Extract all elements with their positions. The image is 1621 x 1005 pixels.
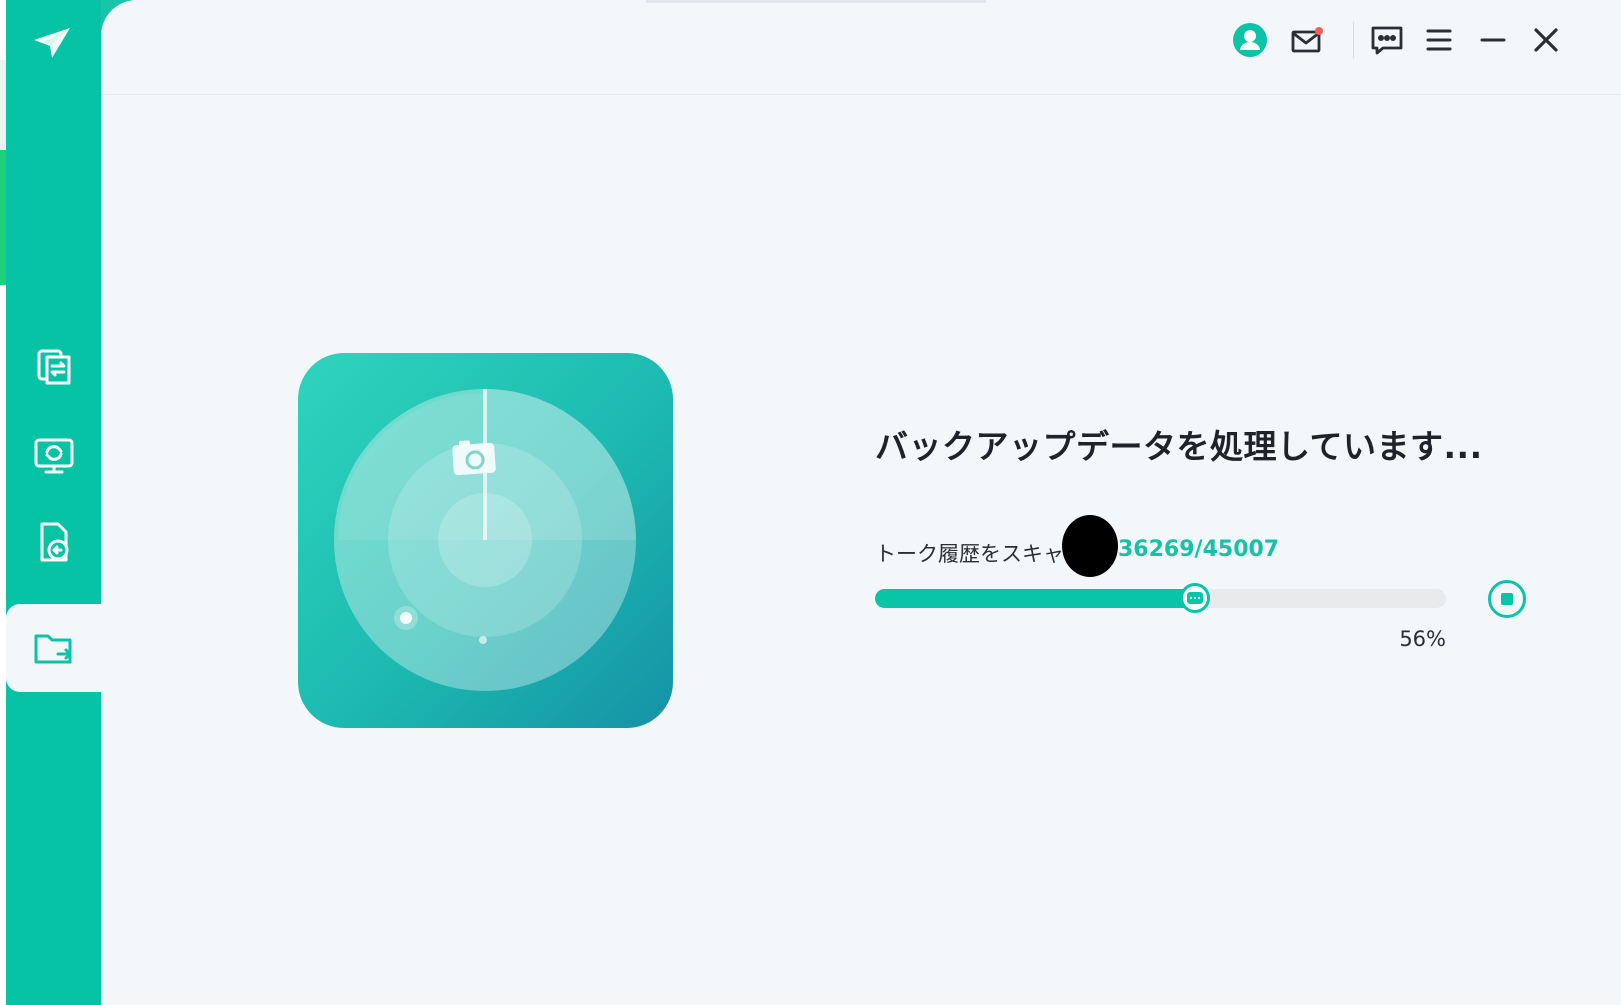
document-transfer-icon bbox=[33, 347, 75, 389]
progress-fill bbox=[875, 589, 1195, 608]
app-window: バックアップデータを処理しています... トーク履歴をスキャン 36269/45… bbox=[0, 0, 1621, 1005]
sidebar-item-restore[interactable] bbox=[6, 498, 101, 586]
redaction-mark bbox=[1062, 515, 1118, 577]
monitor-sync-icon bbox=[32, 434, 76, 476]
stop-icon bbox=[1501, 593, 1513, 605]
sidebar-item-pc-backup[interactable] bbox=[6, 411, 101, 499]
progress-percent: 56% bbox=[1399, 627, 1446, 651]
document-restore-icon bbox=[34, 520, 74, 564]
toolbar-divider bbox=[1353, 22, 1354, 58]
sidebar-item-export[interactable] bbox=[6, 604, 101, 692]
close-icon[interactable] bbox=[1526, 20, 1566, 60]
paper-plane-logo-icon bbox=[30, 22, 74, 62]
menu-icon[interactable] bbox=[1419, 20, 1459, 60]
scan-count: 36269/45007 bbox=[1118, 537, 1280, 562]
main-panel: バックアップデータを処理しています... トーク履歴をスキャン 36269/45… bbox=[101, 0, 1621, 1005]
stop-button[interactable] bbox=[1488, 580, 1526, 618]
scan-status-label: トーク履歴をスキャン bbox=[875, 542, 1085, 566]
progress-bar bbox=[875, 583, 1446, 613]
title-bar bbox=[101, 0, 1621, 95]
user-avatar-icon[interactable] bbox=[1230, 20, 1270, 60]
processing-title: バックアップデータを処理しています... bbox=[875, 427, 1483, 466]
scan-radar-icon bbox=[298, 353, 673, 728]
minimize-icon[interactable] bbox=[1473, 20, 1513, 60]
sidebar bbox=[6, 0, 101, 1005]
feedback-chat-icon[interactable] bbox=[1367, 20, 1407, 60]
folder-export-icon bbox=[32, 628, 76, 668]
sidebar-item-transfer[interactable] bbox=[6, 324, 101, 412]
mail-icon[interactable] bbox=[1287, 20, 1327, 60]
progress-chat-icon bbox=[1179, 583, 1210, 613]
